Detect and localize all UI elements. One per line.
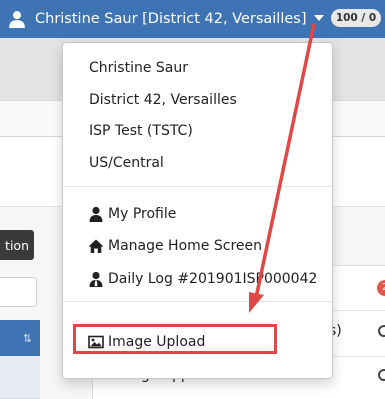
user-menu-toggle[interactable]: Christine Saur [District 42, Versailles] xyxy=(8,5,307,33)
menu-item-daily-log[interactable]: Daily Log #201901ISP000042 xyxy=(88,268,317,290)
highlight-box xyxy=(73,324,277,354)
home-icon xyxy=(88,239,104,253)
menu-item-label: Manage Home Screen xyxy=(108,238,262,254)
menu-item-label: Daily Log #201901ISP000042 xyxy=(108,271,318,287)
menu-item-label: My Profile xyxy=(108,206,177,222)
menu-item-my-profile[interactable]: My Profile xyxy=(88,203,176,225)
filter-input[interactable] xyxy=(0,277,37,307)
score-badge: 100 / 0 xyxy=(331,9,381,27)
top-navbar: Christine Saur [District 42, Versailles]… xyxy=(0,0,385,38)
user-tie-icon xyxy=(89,271,103,287)
radio-icon[interactable] xyxy=(378,369,385,381)
action-button[interactable]: tion xyxy=(0,230,34,260)
dropdown-district: District 42, Versailles xyxy=(89,92,237,108)
dropdown-user-name: Christine Saur xyxy=(89,60,188,76)
user-icon xyxy=(9,11,25,28)
user-icon xyxy=(89,206,103,222)
user-menu-label: Christine Saur [District 42, Versailles] xyxy=(35,11,307,27)
radio-icon[interactable] xyxy=(378,325,385,337)
dropdown-organization: ISP Test (TSTC) xyxy=(89,123,193,139)
caret-down-icon[interactable] xyxy=(314,15,324,21)
sort-icon[interactable]: ⇅ xyxy=(23,332,32,345)
table-header[interactable]: ⇅ xyxy=(0,320,40,356)
menu-divider xyxy=(63,301,332,302)
dropdown-timezone: US/Central xyxy=(89,155,164,171)
menu-item-manage-home-screen[interactable]: Manage Home Screen xyxy=(88,235,262,257)
menu-divider xyxy=(63,186,332,187)
table-row[interactable] xyxy=(0,356,40,399)
